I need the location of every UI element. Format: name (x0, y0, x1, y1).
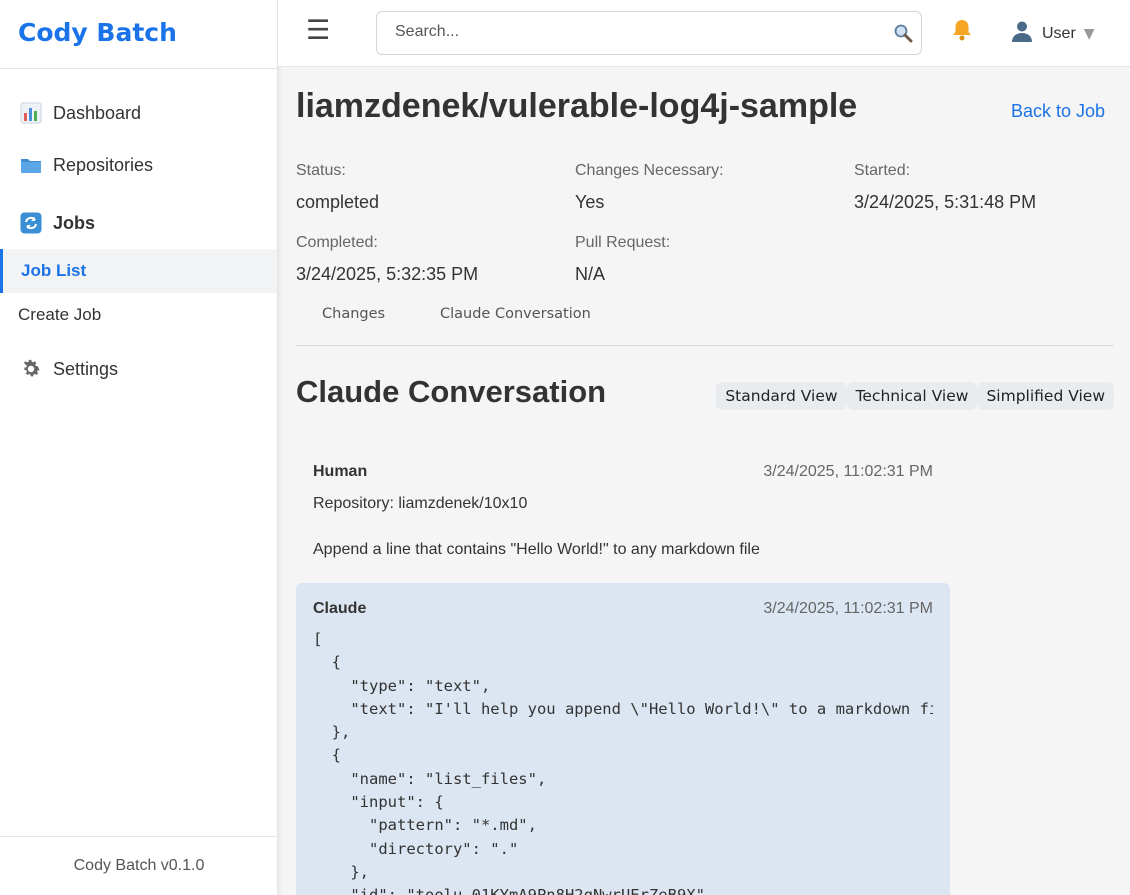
search-input[interactable] (395, 12, 895, 52)
sidebar-item-dashboard[interactable]: Dashboard (0, 87, 277, 139)
conversation-header: Claude Conversation Standard View Techni… (296, 346, 1114, 446)
chart-icon (20, 102, 42, 124)
user-menu[interactable]: User ▼ (1010, 19, 1095, 48)
changes-necessary-field: Changes Necessary: Yes (575, 162, 724, 213)
sidebar-nav: Dashboard Repositories Jobs Job List Cre… (0, 69, 277, 395)
changes-necessary-label: Changes Necessary: (575, 162, 724, 179)
changes-necessary-value: Yes (575, 192, 605, 212)
tab-changes[interactable]: Changes (322, 306, 385, 322)
menu-icon[interactable]: ☰ (306, 16, 330, 46)
sidebar-item-job-list[interactable]: Job List (0, 249, 277, 293)
chevron-down-icon: ▼ (1083, 25, 1095, 42)
completed-label: Completed: (296, 234, 378, 251)
started-value: 3/24/2025, 5:31:48 PM (854, 192, 1037, 212)
completed-value: 3/24/2025, 5:32:35 PM (296, 264, 479, 284)
pull-request-label: Pull Request: (575, 234, 671, 251)
sidebar-item-label: Dashboard (53, 102, 142, 123)
pull-request-value: N/A (575, 264, 606, 284)
user-label: User (1042, 24, 1076, 42)
page-title: liamzdenek/vulerable-log4j-sample (296, 87, 858, 125)
back-to-job-link[interactable]: Back to Job (1011, 101, 1105, 122)
started-field: Started: 3/24/2025, 5:31:48 PM (854, 162, 1036, 213)
brand[interactable]: Cody Batch (0, 0, 277, 69)
completed-field: Completed: 3/24/2025, 5:32:35 PM (296, 234, 478, 285)
sidebar-item-jobs[interactable]: Jobs (0, 197, 277, 249)
technical-view-button[interactable]: Technical View (846, 382, 978, 410)
sidebar-item-settings[interactable]: Settings (0, 343, 277, 395)
conversation-title: Claude Conversation (296, 374, 607, 409)
view-switcher: Standard View Technical View Simplified … (716, 382, 1114, 410)
folder-icon (20, 154, 42, 176)
job-details: Status: completed Changes Necessary: Yes… (296, 162, 1114, 297)
gear-icon (20, 358, 42, 380)
message-role: Claude (313, 600, 367, 617)
search-box (376, 11, 922, 55)
bell-icon[interactable] (951, 18, 973, 47)
sidebar-item-label: Jobs (53, 212, 96, 233)
sidebar-footer: Cody Batch v0.1.0 (0, 836, 278, 895)
claude-message: Claude 3/24/2025, 11:02:31 PM [ { "type"… (296, 583, 950, 895)
tab-claude-conversation[interactable]: Claude Conversation (440, 306, 591, 322)
message-code-block: [ { "type": "text", "text": "I'll help y… (313, 630, 933, 895)
message-header: Human 3/24/2025, 11:02:31 PM (313, 463, 933, 481)
pull-request-field: Pull Request: N/A (575, 234, 670, 285)
standard-view-button[interactable]: Standard View (716, 382, 847, 410)
message-line: Append a line that contains "Hello World… (313, 541, 760, 558)
simplified-view-button[interactable]: Simplified View (977, 382, 1114, 410)
search-icon[interactable] (893, 23, 913, 48)
sidebar-item-repositories[interactable]: Repositories (0, 139, 277, 191)
sidebar-item-create-job[interactable]: Create Job (0, 293, 277, 337)
sidebar: Cody Batch Dashboard Repositories Jobs J… (0, 0, 278, 895)
message-body: Repository: liamzdenek/10x10 Append a li… (313, 495, 933, 559)
started-label: Started: (854, 162, 911, 179)
status-field: Status: completed (296, 162, 379, 213)
status-value: completed (296, 192, 380, 212)
user-icon (1010, 19, 1034, 48)
tab-bar: Changes Claude Conversation (296, 297, 1114, 346)
human-message: Human 3/24/2025, 11:02:31 PM Repository:… (296, 446, 950, 583)
message-timestamp: 3/24/2025, 11:02:31 PM (763, 600, 933, 617)
brand-name[interactable]: Cody Batch (18, 18, 177, 47)
title-row: liamzdenek/vulerable-log4j-sample Back t… (296, 67, 1114, 162)
message-timestamp: 3/24/2025, 11:02:31 PM (763, 463, 933, 480)
sidebar-item-label: Settings (53, 358, 119, 379)
message-line: Repository: liamzdenek/10x10 (313, 495, 528, 512)
main-content: liamzdenek/vulerable-log4j-sample Back t… (296, 67, 1114, 895)
topbar: ☰ User ▼ (278, 0, 1130, 67)
refresh-icon (20, 212, 42, 234)
sidebar-item-label: Repositories (53, 154, 154, 175)
message-role: Human (313, 463, 368, 480)
message-header: Claude 3/24/2025, 11:02:31 PM (313, 600, 933, 618)
status-label: Status: (296, 162, 346, 179)
